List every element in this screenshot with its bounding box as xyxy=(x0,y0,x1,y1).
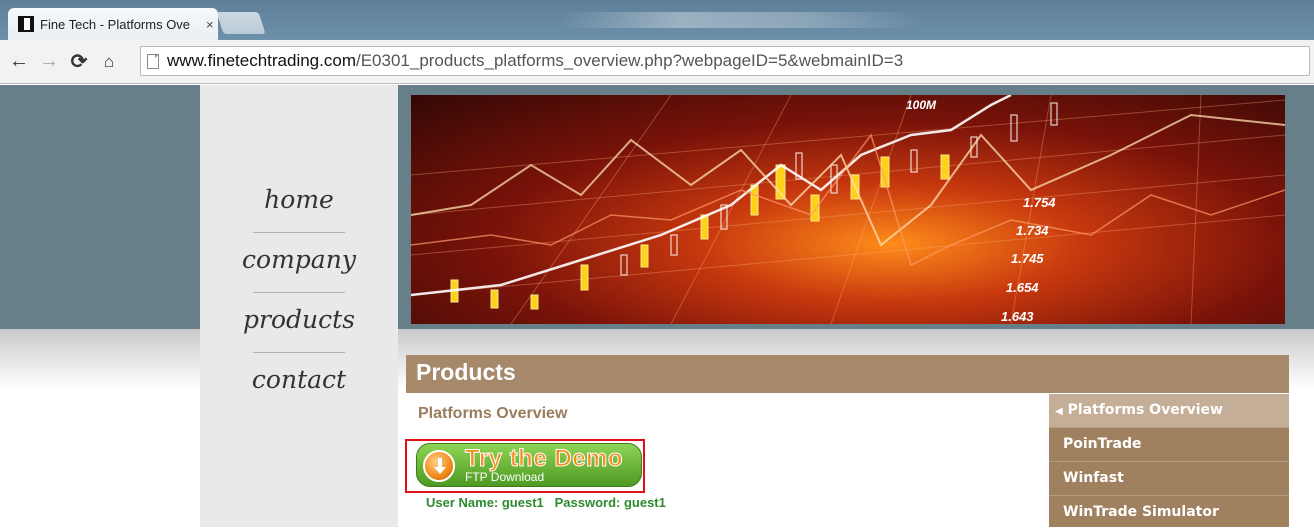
page-icon xyxy=(147,53,159,69)
banner-label: 100M xyxy=(906,98,937,112)
home-icon[interactable]: ⌂ xyxy=(94,52,124,72)
forward-icon[interactable]: → xyxy=(34,50,64,73)
menu-item-label: Platforms Overview xyxy=(1067,402,1223,418)
nav-contact[interactable]: contact xyxy=(200,365,398,394)
nav-home[interactable]: home xyxy=(200,185,398,214)
section-title: Platforms Overview xyxy=(418,405,568,422)
try-demo-button[interactable]: Try the Demo FTP Download xyxy=(416,443,642,487)
banner-label: 1.643 xyxy=(1001,309,1034,324)
banner-label: 1.654 xyxy=(1006,280,1039,295)
caret-left-icon: ◀ xyxy=(1055,406,1063,417)
address-bar[interactable]: www.finetechtrading.com/E0301_products_p… xyxy=(140,46,1310,76)
browser-tab[interactable]: Fine Tech - Platforms Ove × xyxy=(8,8,218,40)
page-title: Products xyxy=(416,359,516,385)
demo-button-subtitle: FTP Download xyxy=(465,470,545,484)
menu-item-pointrade[interactable]: PoinTrade xyxy=(1049,428,1289,461)
tab-title: Fine Tech - Platforms Ove xyxy=(40,16,191,32)
web-page: home company products contact 100M 1.754… xyxy=(0,85,1314,527)
banner-label: 1.745 xyxy=(1011,251,1044,266)
menu-item-platforms-overview[interactable]: ◀ Platforms Overview xyxy=(1049,394,1289,427)
back-icon[interactable]: ← xyxy=(4,50,34,73)
url-host: www.finetechtrading.com xyxy=(167,51,356,70)
url-path: /E0301_products_platforms_overview.php?w… xyxy=(355,51,904,70)
new-tab-button[interactable] xyxy=(216,12,266,34)
nav-company[interactable]: company xyxy=(200,245,398,274)
close-icon[interactable]: × xyxy=(206,17,214,32)
nav-divider xyxy=(253,292,345,293)
banner-graphic: 100M 1.754 1.734 1.745 1.654 1.643 xyxy=(411,95,1285,324)
download-icon xyxy=(423,450,455,482)
menu-item-winfast[interactable]: Winfast xyxy=(1049,462,1289,495)
browser-tab-bar: Fine Tech - Platforms Ove × xyxy=(0,0,1314,40)
nav-divider xyxy=(253,232,345,233)
menu-item-wintrade-simulator[interactable]: WinTrade Simulator xyxy=(1049,496,1289,529)
banner-label: 1.734 xyxy=(1016,223,1049,238)
header-banner-image: 100M 1.754 1.734 1.745 1.654 1.643 xyxy=(411,95,1285,324)
reload-icon[interactable]: ⟳ xyxy=(64,49,94,74)
nav-products[interactable]: products xyxy=(200,305,398,334)
banner-label: 1.754 xyxy=(1023,195,1056,210)
url-text[interactable]: www.finetechtrading.com/E0301_products_p… xyxy=(167,51,903,71)
products-side-menu: ◀ Platforms Overview PoinTrade Winfast W… xyxy=(1049,394,1289,527)
site-nav: home company products contact xyxy=(200,85,398,527)
products-header: Products xyxy=(406,355,1289,393)
window-title-blur xyxy=(560,12,920,28)
products-panel: Products Platforms Overview Try the Demo… xyxy=(405,355,1289,527)
site-favicon-icon xyxy=(18,16,34,32)
nav-divider xyxy=(253,352,345,353)
demo-credentials: User Name: guest1 Password: guest1 xyxy=(426,495,666,510)
demo-button-title: Try the Demo xyxy=(464,445,624,473)
browser-toolbar: ← → ⟳ ⌂ www.finetechtrading.com/E0301_pr… xyxy=(0,40,1314,84)
